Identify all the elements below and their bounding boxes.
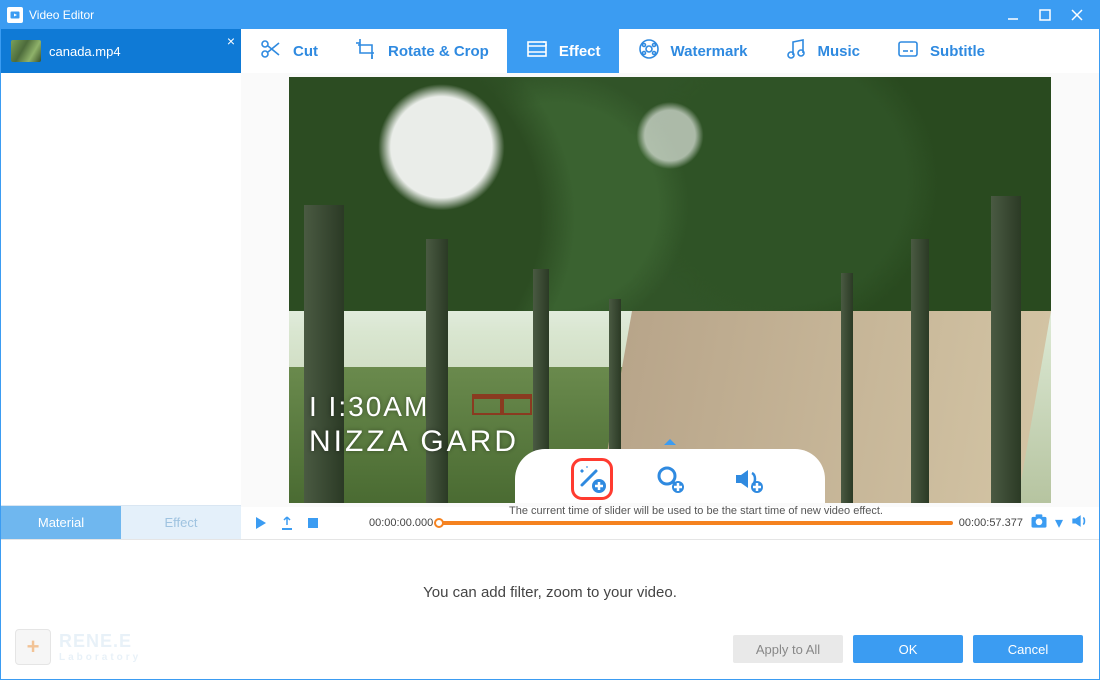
file-list-empty [1,73,241,505]
tab-subtitle-label: Subtitle [930,43,985,60]
file-tab[interactable]: canada.mp4 × [1,29,241,73]
tab-cut-label: Cut [293,43,318,60]
scissors-icon [259,37,283,65]
time-start-label: 00:00:00.000 [369,517,433,529]
brand-watermark: RENE.E Laboratory [15,629,141,665]
overlay-time: I I:30AM [309,391,519,423]
watermark-icon [637,37,661,65]
export-frame-button[interactable] [277,513,297,533]
timeline-knob[interactable] [434,518,444,528]
timeline-help-text: The current time of slider will be used … [509,505,883,517]
menu-caret-icon[interactable]: ▾ [1055,513,1063,533]
music-icon [784,37,808,65]
tab-rotate-crop[interactable]: Rotate & Crop [336,29,507,73]
add-filter-button[interactable] [574,461,610,497]
tab-watermark[interactable]: Watermark [619,29,766,73]
video-preview[interactable]: I I:30AM NIZZA GARD [289,77,1051,503]
tab-effect-label: Effect [559,43,601,60]
hint-text: You can add filter, zoom to your video. [1,584,1099,601]
brand-line1: RENE.E [59,631,141,652]
snapshot-button[interactable] [1029,511,1049,536]
timeline: 00:00:00.000 The current time of slider … [241,507,1099,539]
sidebar-tab-effect[interactable]: Effect [121,506,241,539]
titlebar: Video Editor [1,1,1099,29]
toolbar: Cut Rotate & Crop Effect Watermark Music [241,29,1099,73]
effect-tool-popup [515,449,825,503]
sidebar: canada.mp4 × Material Effect [1,29,241,539]
volume-button[interactable] [1069,511,1089,536]
bottom-panel: You can add filter, zoom to your video. … [1,539,1099,679]
tab-effect[interactable]: Effect [507,29,619,73]
tab-music-label: Music [818,43,861,60]
tab-subtitle[interactable]: Subtitle [878,29,1003,73]
add-zoom-button[interactable] [652,461,688,497]
video-overlay-text: I I:30AM NIZZA GARD [309,391,519,459]
close-file-icon[interactable]: × [227,33,235,49]
ok-button[interactable]: OK [853,635,963,663]
subtitle-icon [896,37,920,65]
minimize-button[interactable] [997,1,1029,29]
file-name: canada.mp4 [49,44,121,59]
overlay-place: NIZZA GARD [309,425,519,459]
tab-music[interactable]: Music [766,29,879,73]
tab-rotate-label: Rotate & Crop [388,43,489,60]
file-thumbnail [11,40,41,62]
timeline-track[interactable]: The current time of slider will be used … [439,521,953,525]
brand-line2: Laboratory [59,652,141,663]
tab-cut[interactable]: Cut [241,29,336,73]
window-title: Video Editor [29,8,94,22]
close-button[interactable] [1061,1,1093,29]
tab-watermark-label: Watermark [671,43,748,60]
sidebar-tab-material[interactable]: Material [1,506,121,539]
maximize-button[interactable] [1029,1,1061,29]
add-audio-button[interactable] [730,461,766,497]
crop-icon [354,37,378,65]
app-logo-icon [7,7,23,23]
time-end-label: 00:00:57.377 [959,517,1023,529]
apply-to-all-button[interactable]: Apply to All [733,635,843,663]
brand-icon [15,629,51,665]
cancel-button[interactable]: Cancel [973,635,1083,663]
stop-button[interactable] [303,513,323,533]
filmstrip-icon [525,37,549,65]
play-button[interactable] [251,513,271,533]
